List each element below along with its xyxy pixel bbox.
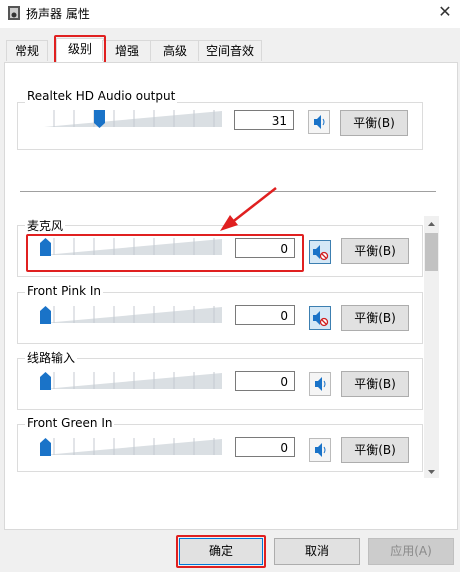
cancel-button[interactable]: 取消: [274, 538, 360, 565]
input-slider-thumb[interactable]: [40, 438, 51, 456]
input-mute-button[interactable]: [309, 240, 331, 264]
input-volume-value[interactable]: 0: [235, 437, 295, 457]
input-balance-button[interactable]: 平衡(B): [341, 371, 409, 397]
scroll-up-icon[interactable]: [427, 218, 436, 228]
highlight-mic-slider: [26, 234, 304, 272]
input-balance-button[interactable]: 平衡(B): [341, 305, 409, 331]
output-slider-thumb[interactable]: [94, 110, 105, 128]
output-volume-value[interactable]: 31: [234, 110, 294, 130]
input-balance-button[interactable]: 平衡(B): [341, 437, 409, 463]
scrollbar-thumb[interactable]: [425, 233, 438, 271]
input-label: 线路输入: [25, 349, 78, 366]
output-volume-slider[interactable]: [44, 110, 222, 128]
output-label: Realtek HD Audio output: [25, 89, 178, 103]
tab-general[interactable]: 常规: [6, 40, 48, 61]
input-volume-slider[interactable]: [44, 306, 222, 324]
input-label: Front Pink In: [25, 284, 103, 298]
input-speaker-button[interactable]: [309, 438, 331, 462]
close-icon[interactable]: ✕: [434, 2, 456, 21]
red-arrow-annotation: [218, 185, 280, 233]
input-slider-thumb[interactable]: [40, 306, 51, 324]
input-label: Front Green In: [25, 416, 115, 430]
input-speaker-button[interactable]: [309, 372, 331, 396]
input-balance-button[interactable]: 平衡(B): [341, 238, 409, 264]
input-volume-slider[interactable]: [44, 438, 222, 456]
output-speaker-button[interactable]: [308, 110, 330, 134]
tab-enhancements[interactable]: 增强: [102, 40, 152, 61]
scroll-down-icon[interactable]: [427, 466, 436, 476]
input-volume-value[interactable]: 0: [235, 305, 295, 325]
input-slider-thumb[interactable]: [40, 372, 51, 390]
tab-advanced[interactable]: 高级: [150, 40, 200, 61]
highlight-ok-button: [176, 535, 266, 568]
speaker-icon: [8, 6, 20, 20]
apply-button[interactable]: 应用(A): [368, 538, 454, 565]
output-balance-button[interactable]: 平衡(B): [340, 110, 408, 136]
tab-spatial-sound[interactable]: 空间音效: [198, 40, 262, 61]
input-volume-slider[interactable]: [44, 372, 222, 390]
window-title: 扬声器 属性: [26, 7, 90, 21]
input-volume-value[interactable]: 0: [235, 371, 295, 391]
input-mute-button[interactable]: [309, 306, 331, 330]
input-label: 麦克风: [25, 217, 66, 234]
